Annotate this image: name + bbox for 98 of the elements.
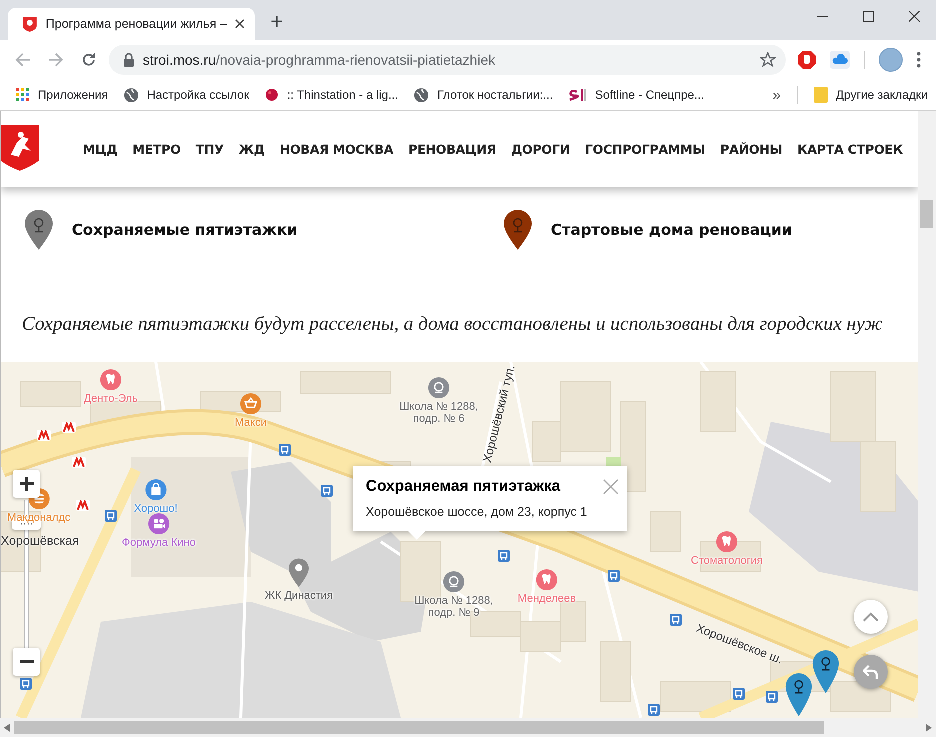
- nav-link[interactable]: РАЙОНЫ: [720, 142, 783, 156]
- basket-icon: [240, 393, 262, 415]
- bus-stop-icon: [20, 678, 32, 690]
- bus-stop-icon: [766, 691, 778, 703]
- folder-icon: [814, 87, 828, 103]
- close-icon[interactable]: [908, 10, 920, 22]
- bus-stop-icon: [279, 444, 291, 456]
- bus-stop-icon: [670, 614, 682, 626]
- vertical-scrollbar[interactable]: [918, 111, 936, 718]
- nav-link[interactable]: МЕТРО: [132, 142, 181, 156]
- bus-stop-icon: [733, 688, 745, 700]
- cloud-icon[interactable]: [830, 51, 850, 69]
- nav-link[interactable]: КАРТА СТРОЕК: [798, 142, 903, 156]
- bookmark-item[interactable]: :: Thinstation - a lig...: [265, 88, 398, 102]
- horizontal-scrollbar[interactable]: [0, 718, 936, 737]
- place-label: Школа № 1288, подр. № 9: [414, 595, 494, 619]
- globe-icon: [124, 88, 140, 102]
- popup-title: Сохраняемая пятиэтажка: [366, 478, 560, 496]
- nav-link[interactable]: НОВАЯ МОСКВА: [280, 142, 394, 156]
- stop-hand-icon[interactable]: [798, 51, 816, 69]
- place-label: Стоматология: [691, 555, 763, 567]
- bus-stop-icon: [498, 550, 510, 562]
- shopping-bag-icon: [145, 479, 167, 501]
- moscow-coat-of-arms-logo[interactable]: [1, 125, 39, 171]
- building: [860, 442, 896, 512]
- profile-avatar[interactable]: [879, 48, 903, 72]
- tooth-icon: [716, 531, 738, 553]
- nav-link[interactable]: ДОРОГИ: [511, 142, 570, 156]
- return-arrow-icon: [863, 664, 879, 680]
- berry-icon: [265, 88, 280, 102]
- legend-label: Сохраняемые пятиэтажки: [72, 221, 298, 239]
- building: [20, 382, 82, 408]
- bus-stop-icon: [105, 510, 117, 522]
- metro-icon: [62, 422, 76, 433]
- building: [650, 512, 682, 552]
- scroll-right-icon[interactable]: [926, 724, 932, 732]
- place-label: ЖК Династия: [264, 590, 334, 602]
- chevron-up-icon: [863, 612, 879, 622]
- bus-stop-icon: [321, 485, 333, 497]
- reload-icon[interactable]: [80, 52, 96, 68]
- station-label: Хорошёвская: [1, 534, 80, 548]
- movie-camera-icon: [148, 513, 170, 535]
- bookmark-item[interactable]: Приложения: [16, 88, 108, 102]
- bookmark-folder[interactable]: Другие закладки: [814, 87, 928, 103]
- popup-address: Хорошёвское шоссе, дом 23, корпус 1: [366, 505, 588, 519]
- maximize-icon[interactable]: [862, 10, 874, 22]
- nav-link[interactable]: ТПУ: [196, 142, 224, 156]
- browser-tab[interactable]: Программа реновации жилья –: [8, 8, 255, 40]
- bookmark-item[interactable]: Softline - Спецпре...: [569, 88, 704, 102]
- menu-icon[interactable]: [917, 52, 921, 68]
- place-label: Макси: [235, 417, 267, 429]
- star-icon[interactable]: [760, 52, 776, 68]
- nav-link[interactable]: ЖД: [238, 142, 265, 156]
- building: [830, 372, 876, 442]
- back-icon[interactable]: [14, 52, 30, 68]
- school-icon: [443, 571, 465, 593]
- metro-icon: [76, 500, 90, 511]
- bus-stop-icon: [608, 570, 620, 582]
- building: [600, 642, 632, 702]
- place-label: Менделеев: [518, 593, 576, 605]
- lock-icon: [123, 53, 135, 67]
- apps-grid-icon: [16, 88, 30, 102]
- scroll-left-icon[interactable]: [4, 724, 10, 732]
- zoom-out-button[interactable]: [13, 648, 40, 676]
- plus-icon: [20, 477, 34, 491]
- building: [700, 372, 736, 432]
- forward-icon[interactable]: [48, 52, 64, 68]
- minus-icon: [20, 660, 34, 664]
- place-label: Хорошо!: [134, 503, 178, 515]
- close-icon[interactable]: [235, 19, 245, 29]
- nav-link[interactable]: РЕНОВАЦИЯ: [408, 142, 496, 156]
- site-favicon: [22, 16, 38, 32]
- intro-text: Сохраняемые пятиэтажки будут расселены, а дома восстановлены и использованы для городских нуж: [21, 313, 883, 336]
- bookmarks-overflow-button[interactable]: »: [772, 86, 782, 104]
- scroll-up-button[interactable]: [854, 600, 888, 634]
- map-marker-icon: [785, 672, 813, 718]
- bookmark-item[interactable]: Настройка ссылок: [124, 88, 250, 102]
- legend-label: Стартовые дома реновации: [551, 221, 792, 239]
- place-label: Денто-Эль: [84, 393, 138, 405]
- globe-icon: [414, 88, 430, 102]
- bookmark-item[interactable]: Глоток ностальгии:...: [414, 88, 554, 102]
- softline-logo-icon: [569, 88, 588, 102]
- school-icon: [428, 377, 450, 399]
- building: [660, 682, 732, 712]
- tooth-icon: [536, 569, 558, 591]
- metro-icon: [37, 430, 51, 441]
- map-marker-icon: [812, 649, 840, 695]
- tooth-icon: [100, 369, 122, 391]
- map-pin-icon: [288, 558, 310, 588]
- bus-stop-icon: [648, 704, 660, 716]
- nav-link[interactable]: МЦД: [83, 142, 118, 156]
- new-tab-button[interactable]: +: [263, 8, 291, 36]
- place-label: Формула Кино: [122, 537, 196, 549]
- place-label: Школа № 1288, подр. № 6: [398, 401, 480, 425]
- nav-link[interactable]: ГОСПРОГРАММЫ: [585, 142, 706, 156]
- place-label: Макдоналдс: [7, 512, 71, 524]
- zoom-in-button[interactable]: [13, 470, 40, 498]
- metro-icon: [72, 457, 86, 468]
